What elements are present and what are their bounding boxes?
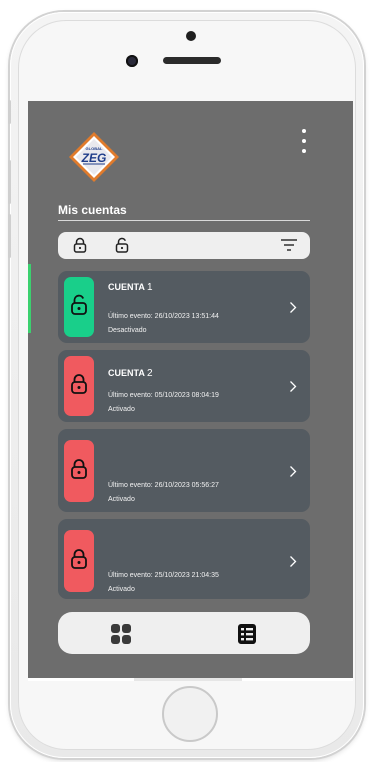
chevron-right-icon — [289, 301, 297, 314]
account-state: Desactivado — [108, 327, 147, 334]
global-zeg-logo: GLOBAL ZEG — [68, 131, 120, 183]
list-icon[interactable] — [236, 623, 258, 645]
selected-account-indicator — [28, 264, 31, 333]
earpiece-speaker — [163, 57, 221, 64]
lock-closed-icon[interactable] — [72, 237, 88, 254]
grid-icon[interactable] — [110, 623, 132, 645]
chevron-right-icon — [289, 380, 297, 393]
lock-open-icon — [69, 294, 89, 321]
lock-open-icon[interactable] — [114, 237, 130, 254]
account-state: Activado — [108, 406, 135, 413]
filter-bar — [58, 232, 310, 259]
account-card-3[interactable]: Último evento: 26/10/2023 05:56:27 Activ… — [58, 429, 310, 512]
page-title: Mis cuentas — [58, 203, 127, 217]
account-card-2[interactable]: CUENTA 2 Último evento: 05/10/2023 08:04… — [58, 350, 310, 422]
proximity-sensor — [186, 31, 196, 41]
account-name: CUENTA 1 — [108, 282, 153, 293]
last-event: Último evento: 05/10/2023 08:04:19 — [108, 392, 219, 399]
more-options-icon[interactable] — [297, 129, 311, 153]
chevron-right-icon — [289, 555, 297, 568]
status-badge — [64, 530, 94, 592]
volume-up-button — [8, 160, 11, 204]
lock-closed-icon — [69, 458, 89, 485]
account-card-4[interactable]: Último evento: 25/10/2023 21:04:35 Activ… — [58, 519, 310, 599]
last-event: Último evento: 25/10/2023 21:04:35 — [108, 572, 219, 579]
home-indicator — [134, 678, 242, 681]
last-event: Último evento: 26/10/2023 05:56:27 — [108, 482, 219, 489]
bottom-nav — [58, 612, 310, 654]
lock-closed-icon — [69, 373, 89, 400]
account-name: CUENTA 2 — [108, 368, 153, 379]
front-camera — [126, 55, 138, 67]
chevron-right-icon — [289, 465, 297, 478]
lock-closed-icon — [69, 548, 89, 575]
sort-icon[interactable] — [280, 238, 298, 252]
title-divider — [58, 220, 310, 221]
account-state: Activado — [108, 586, 135, 593]
volume-down-button — [8, 214, 11, 258]
app-screen: GLOBAL ZEG Mis cuentas CUENTA 1 Último e… — [28, 101, 353, 678]
account-state: Activado — [108, 496, 135, 503]
home-button[interactable] — [162, 686, 218, 742]
svg-text:ZEG: ZEG — [81, 151, 107, 165]
status-badge — [64, 440, 94, 502]
home-indicator-strip — [28, 678, 353, 681]
last-event: Último evento: 26/10/2023 13:51:44 — [108, 313, 219, 320]
status-badge — [64, 356, 94, 416]
mute-switch — [8, 100, 11, 124]
account-card-1[interactable]: CUENTA 1 Último evento: 26/10/2023 13:51… — [58, 271, 310, 343]
status-badge — [64, 277, 94, 337]
